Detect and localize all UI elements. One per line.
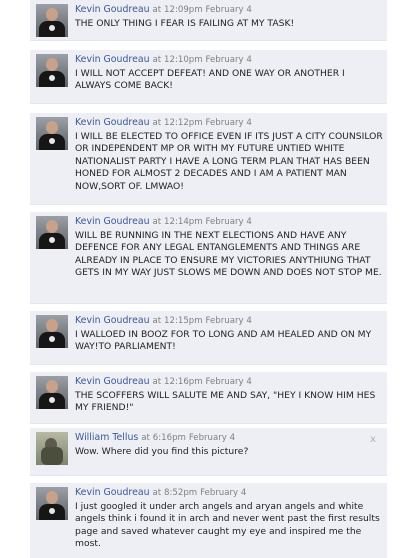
comment-text: I WILL NOT ACCEPT DEFEAT! AND ONE WAY OR… [75,68,345,92]
timestamp[interactable]: 12:09pm [164,5,203,15]
date[interactable]: February 4 [206,118,252,128]
author-link[interactable]: Kevin Goudreau [75,216,150,227]
at-label: at [141,433,150,443]
timestamp[interactable]: 12:10pm [164,55,203,65]
emblem-icon [49,75,55,81]
author-link[interactable]: Kevin Goudreau [75,376,150,387]
at-label: at [152,377,162,387]
comment-meta: Kevin Goudreau at 12:10pm February 4 [75,54,252,65]
comment: Kevin Goudreau at 12:09pm February 4 THE… [30,0,387,41]
at-label: at [152,5,162,15]
comment: Kevin Goudreau at 12:12pm February 4 I W… [30,113,387,205]
avatar[interactable] [36,376,68,409]
comment-text: WILL BE RUNNING IN THE NEXT ELECTIONS AN… [75,230,382,279]
emblem-icon [49,25,55,31]
date[interactable]: February 4 [206,377,252,387]
at-label: at [152,488,162,498]
comment-meta: Kevin Goudreau at 12:09pm February 4 [75,4,252,15]
author-link[interactable]: Kevin Goudreau [75,487,150,498]
avatar[interactable] [36,432,68,465]
author-link[interactable]: Kevin Goudreau [75,315,150,326]
divider [30,303,387,304]
emblem-icon [49,336,55,342]
close-icon[interactable]: x [370,434,376,445]
at-label: at [152,55,162,65]
author-link[interactable]: William Tellus [75,432,138,443]
comment-meta: Kevin Goudreau at 12:14pm February 4 [75,216,252,227]
at-label: at [152,118,162,128]
comment-meta: Kevin Goudreau at 12:12pm February 4 [75,117,252,128]
timestamp[interactable]: 12:16pm [164,377,203,387]
timestamp[interactable]: 12:12pm [164,118,203,128]
comment-text: I WALLOED IN BOOZ FOR TO LONG AND AM HEA… [75,329,372,353]
comment-text: I WILL BE ELECTED TO OFFICE EVEN IF ITS … [75,131,383,192]
comment-text: I just googled it under arch angels and … [75,501,380,550]
emblem-icon [49,237,55,243]
date[interactable]: February 4 [189,433,235,443]
comment: Kevin Goudreau at 12:14pm February 4 WIL… [30,212,387,304]
avatar[interactable] [36,4,68,37]
comment-text: THE ONLY THING I FEAR IS FAILING AT MY T… [75,18,295,29]
timestamp[interactable]: 12:14pm [164,217,203,227]
author-link[interactable]: Kevin Goudreau [75,54,150,65]
avatar[interactable] [36,315,68,348]
comment-meta: William Tellus at 6:16pm February 4 [75,432,235,443]
divider [30,40,387,41]
comment: Kevin Goudreau at 12:16pm February 4 THE… [30,372,387,424]
divider [30,364,387,365]
comment: Kevin Goudreau at 8:52pm February 4 I ju… [30,483,387,558]
avatar[interactable] [36,54,68,87]
comment-text: THE SCOFFERS WILL SALUTE ME AND SAY, "HE… [75,390,376,414]
comment-meta: Kevin Goudreau at 12:16pm February 4 [75,376,252,387]
divider [30,423,387,424]
date[interactable]: February 4 [200,488,246,498]
divider [30,475,387,476]
timestamp[interactable]: 8:52pm [164,488,197,498]
comment-meta: Kevin Goudreau at 12:15pm February 4 [75,315,252,326]
comment-text: Wow. Where did you find this picture? [75,446,249,457]
emblem-icon [49,508,55,514]
timestamp[interactable]: 6:16pm [153,433,186,443]
comment: Kevin Goudreau at 12:10pm February 4 I W… [30,50,387,104]
comment: William Tellus at 6:16pm February 4 Wow.… [30,428,387,476]
emblem-icon [49,138,55,144]
timestamp[interactable]: 12:15pm [164,316,203,326]
author-link[interactable]: Kevin Goudreau [75,117,150,128]
divider [30,204,387,205]
comment: Kevin Goudreau at 12:15pm February 4 I W… [30,311,387,365]
at-label: at [152,217,162,227]
date[interactable]: February 4 [206,316,252,326]
date[interactable]: February 4 [206,217,252,227]
date[interactable]: February 4 [206,55,252,65]
avatar[interactable] [36,117,68,150]
comment-meta: Kevin Goudreau at 8:52pm February 4 [75,487,246,498]
avatar[interactable] [36,487,68,520]
avatar[interactable] [36,216,68,249]
at-label: at [152,316,162,326]
author-link[interactable]: Kevin Goudreau [75,4,150,15]
date[interactable]: February 4 [206,5,252,15]
emblem-icon [49,397,55,403]
divider [30,103,387,104]
